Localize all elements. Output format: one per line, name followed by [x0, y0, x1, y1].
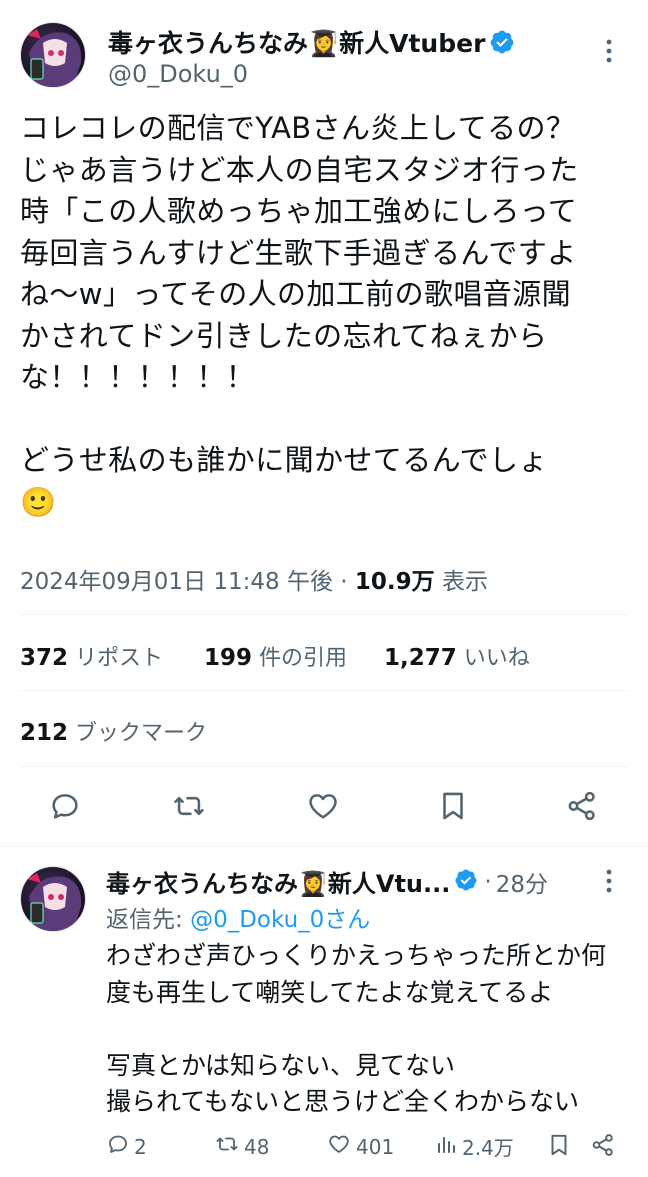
verified-badge-icon — [454, 868, 478, 896]
reposts-stat[interactable]: 372 リポスト — [20, 640, 163, 672]
reply-likes-count: 401 — [356, 1134, 395, 1159]
author-handle[interactable]: @0_Doku_0 — [108, 60, 248, 88]
share-icon[interactable] — [565, 789, 599, 827]
reply-bookmark-icon[interactable] — [546, 1132, 572, 1162]
divider — [20, 614, 628, 615]
reply-time-separator: · — [484, 868, 492, 895]
reply-replies-count: 2 — [134, 1134, 147, 1159]
quotes-stat[interactable]: 199 件の引用 — [204, 640, 347, 672]
quotes-count: 199 — [204, 645, 253, 671]
views-label: 表示 — [441, 569, 488, 595]
reply-author-name[interactable]: 毒ヶ衣うんちなみ👩‍🎓新人Vtu... — [106, 864, 450, 899]
divider — [20, 690, 628, 691]
reply-like-action[interactable]: 401 — [326, 1132, 394, 1161]
like-icon[interactable] — [306, 789, 340, 827]
bookmarks-stat[interactable]: 212 ブックマーク — [20, 715, 207, 747]
more-options-icon[interactable] — [604, 38, 614, 68]
reply-icon[interactable] — [48, 789, 82, 827]
reply-header: 毒ヶ衣うんちなみ👩‍🎓新人Vtu... · 28分 — [106, 864, 548, 899]
reply-to-prefix: 返信先: — [106, 907, 191, 933]
bookmark-icon[interactable] — [436, 789, 470, 827]
section-divider — [0, 846, 648, 847]
reply-views-action[interactable]: 2.4万 — [434, 1132, 514, 1161]
reply-to-handle-link[interactable]: @0_Doku_0さん — [190, 907, 370, 933]
likes-label: いいね — [463, 646, 530, 671]
reply-share-icon[interactable] — [590, 1132, 616, 1162]
reply-retweets-count: 48 — [244, 1134, 270, 1159]
reply-views-count: 2.4万 — [462, 1136, 514, 1160]
meta-separator: · — [340, 569, 348, 595]
verified-badge-icon — [489, 29, 515, 61]
quotes-label: 件の引用 — [259, 646, 348, 671]
views-count: 10.9万 — [354, 569, 435, 595]
likes-stat[interactable]: 1,277 いいね — [384, 640, 530, 672]
reply-replies-action[interactable]: 2 — [106, 1132, 147, 1161]
tweet-timestamp[interactable]: 2024年09月01日 11:48 午後 — [20, 569, 333, 595]
author-name[interactable]: 毒ヶ衣うんちなみ👩‍🎓新人Vtuber — [108, 24, 515, 61]
reply-retweet-action[interactable]: 48 — [214, 1132, 269, 1161]
bookmarks-count: 212 — [20, 720, 69, 746]
reposts-count: 372 — [20, 645, 69, 671]
reply-like-icon — [326, 1132, 352, 1161]
reply-to-line: 返信先: @0_Doku_0さん — [106, 900, 370, 934]
reposts-label: リポスト — [75, 646, 164, 671]
reply-body: わざわざ声ひっくりかえっちゃった所とか何 度も再生して嘲笑してたよな覚えてるよ … — [106, 941, 607, 1116]
reply-time[interactable]: 28分 — [496, 865, 548, 899]
reply-views-icon — [434, 1132, 458, 1161]
author-name-text[interactable]: 毒ヶ衣うんちなみ👩‍🎓新人Vtuber — [108, 29, 485, 58]
reply-comment-icon — [106, 1132, 130, 1161]
author-avatar[interactable] — [20, 22, 86, 88]
likes-count: 1,277 — [384, 645, 457, 671]
reply-author-avatar[interactable] — [20, 866, 86, 932]
bookmarks-label: ブックマーク — [75, 721, 208, 746]
retweet-icon[interactable] — [172, 789, 206, 827]
tweet-meta: 2024年09月01日 11:48 午後 · 10.9万 表示 — [20, 562, 488, 596]
reply-more-options-icon[interactable] — [604, 868, 614, 898]
tweet-body: コレコレの配信でYABさん炎上してるの？ じゃあ言うけど本人の自宅スタジオ行った… — [20, 111, 579, 519]
reply-retweet-icon — [214, 1132, 240, 1161]
divider — [20, 766, 628, 767]
